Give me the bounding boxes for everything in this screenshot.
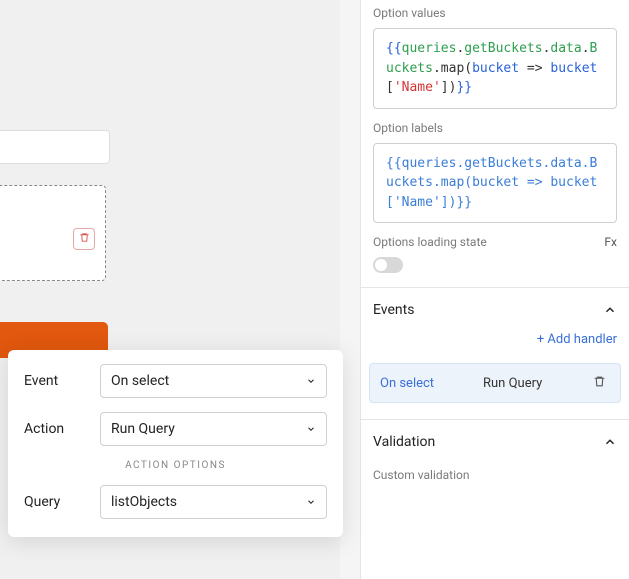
query-select[interactable]: listObjects (100, 485, 327, 519)
loading-state-row: Options loading state Fx (361, 235, 629, 249)
add-handler-link[interactable]: + Add handler (361, 332, 629, 357)
action-select-value: Run Query (111, 421, 175, 437)
chevron-up-icon (603, 303, 617, 317)
option-labels-group: Option labels {{queries.getBuckets.data.… (361, 121, 629, 224)
chevron-down-icon (306, 497, 316, 507)
event-select-value: On select (111, 373, 169, 389)
delete-handler-button[interactable] (588, 372, 610, 394)
event-handler-row[interactable]: On select Run Query (369, 363, 621, 403)
option-labels-label: Option labels (373, 121, 617, 135)
chevron-down-icon (306, 376, 316, 386)
loading-state-label: Options loading state (373, 235, 487, 249)
custom-validation-label: Custom validation (361, 464, 629, 482)
query-select-value: listObjects (111, 494, 177, 510)
handler-action-label: Run Query (483, 376, 580, 391)
canvas-dropzone[interactable] (0, 185, 106, 281)
action-select[interactable]: Run Query (100, 412, 327, 446)
event-select[interactable]: On select (100, 364, 327, 398)
events-section-header[interactable]: Events (361, 288, 629, 332)
event-field-label: Event (24, 373, 86, 389)
option-values-label: Option values (373, 6, 617, 20)
chevron-up-icon (603, 435, 617, 449)
properties-sidebar: Option values {{queries.getBuckets.data.… (360, 0, 629, 579)
handler-event-label: On select (380, 376, 475, 391)
validation-section-header[interactable]: Validation (361, 420, 629, 464)
event-handler-popup: Event On select Action Run Query Action … (8, 350, 343, 537)
trash-icon (593, 375, 606, 392)
loading-state-toggle[interactable] (373, 257, 403, 273)
query-field-label: Query (24, 494, 86, 510)
action-field-label: Action (24, 421, 86, 437)
canvas-text-input[interactable] (0, 130, 110, 164)
action-options-heading: Action Options (24, 460, 327, 471)
option-values-input[interactable]: {{queries.getBuckets.data.Buckets.map(bu… (373, 28, 617, 109)
events-title: Events (373, 302, 414, 318)
trash-icon (79, 232, 90, 246)
fx-toggle-label[interactable]: Fx (604, 235, 617, 249)
option-labels-input[interactable]: {{queries.getBuckets.data.Buckets.map(bu… (373, 143, 617, 224)
option-values-group: Option values {{queries.getBuckets.data.… (361, 6, 629, 109)
chevron-down-icon (306, 424, 316, 434)
validation-title: Validation (373, 434, 435, 450)
delete-button[interactable] (73, 228, 95, 250)
